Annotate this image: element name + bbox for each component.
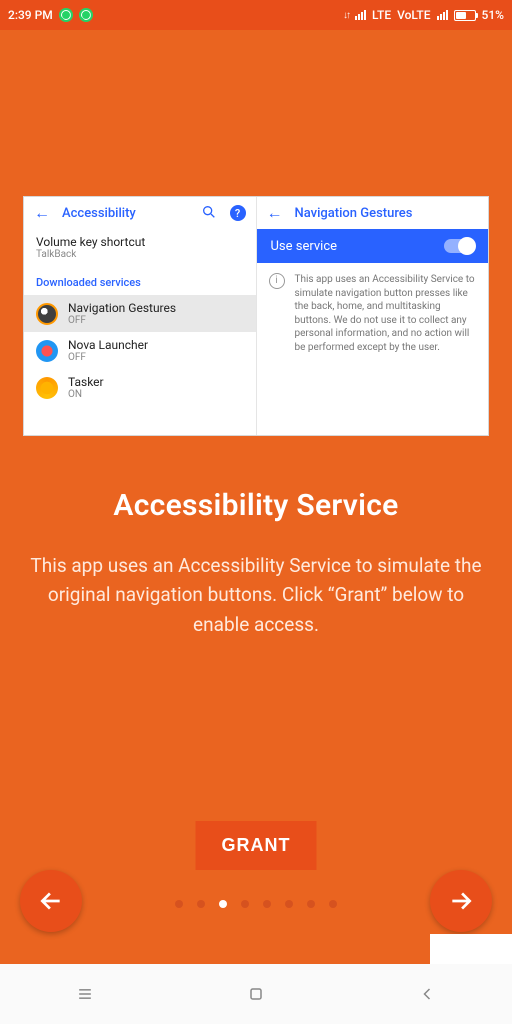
help-icon: ?	[230, 205, 246, 221]
use-service-bar: Use service	[257, 229, 489, 263]
illustration-card: ← Accessibility ? Volume key shortcut Ta…	[23, 196, 489, 436]
back-arrow-icon: ←	[34, 203, 50, 223]
onboarding-page: ← Accessibility ? Volume key shortcut Ta…	[0, 30, 512, 964]
service-state: OFF	[68, 352, 148, 363]
search-icon	[200, 204, 218, 223]
status-bar: 2:39 PM ↓↑ LTE VoLTE 51%	[0, 0, 512, 30]
page-dot[interactable]	[219, 900, 227, 908]
network-label-1: LTE	[372, 8, 391, 22]
service-row-tasker: Tasker ON	[24, 369, 256, 406]
page-dot[interactable]	[197, 900, 205, 908]
next-button[interactable]	[430, 870, 492, 932]
home-button[interactable]	[245, 983, 267, 1005]
status-time: 2:39 PM	[8, 8, 53, 22]
service-info-text: This app uses an Accessibility Service t…	[295, 273, 477, 354]
battery-icon	[454, 10, 476, 21]
whatsapp-icon	[79, 8, 93, 22]
service-name: Nova Launcher	[68, 338, 148, 352]
back-arrow-icon: ←	[267, 203, 283, 223]
arrow-left-icon	[38, 888, 64, 914]
whatsapp-icon	[59, 8, 73, 22]
use-service-label: Use service	[271, 239, 338, 254]
page-indicator	[175, 900, 337, 908]
page-dot[interactable]	[241, 900, 249, 908]
info-icon: i	[269, 273, 285, 289]
page-dot[interactable]	[175, 900, 183, 908]
tasker-icon	[36, 377, 58, 399]
page-dot[interactable]	[307, 900, 315, 908]
card-left-header: ← Accessibility ?	[24, 197, 256, 229]
vks-title: Volume key shortcut	[36, 235, 145, 249]
card-right-pane: ← Navigation Gestures Use service i This…	[256, 197, 489, 435]
service-row-nav-gestures: Navigation Gestures OFF	[24, 295, 256, 332]
system-nav-bar	[0, 964, 512, 1024]
data-activity-icon: ↓↑	[343, 10, 349, 21]
network-label-2: VoLTE	[397, 8, 430, 22]
service-row-nova: Nova Launcher OFF	[24, 332, 256, 369]
service-name: Navigation Gestures	[68, 301, 176, 315]
page-dot[interactable]	[285, 900, 293, 908]
prev-button[interactable]	[20, 870, 82, 932]
downloaded-services-label: Downloaded services	[24, 266, 256, 295]
grant-button[interactable]: GRANT	[196, 821, 317, 870]
page-dot[interactable]	[329, 900, 337, 908]
page-dot[interactable]	[263, 900, 271, 908]
arrow-right-icon	[448, 888, 474, 914]
card-left-pane: ← Accessibility ? Volume key shortcut Ta…	[24, 197, 256, 435]
nova-launcher-icon	[36, 340, 58, 362]
service-state: OFF	[68, 315, 176, 326]
recents-button[interactable]	[74, 983, 96, 1005]
service-name: Tasker	[68, 375, 104, 389]
card-left-title: Accessibility	[62, 206, 136, 221]
page-description: This app uses an Accessibility Service t…	[0, 551, 512, 639]
back-button[interactable]	[416, 983, 438, 1005]
corner-overlay	[430, 934, 512, 964]
vks-subtitle: TalkBack	[36, 249, 145, 260]
volume-key-shortcut-row: Volume key shortcut TalkBack	[24, 229, 256, 266]
battery-percent: 51%	[482, 8, 504, 22]
card-right-header: ← Navigation Gestures	[257, 197, 489, 229]
nav-gestures-icon	[36, 303, 58, 325]
page-title: Accessibility Service	[113, 488, 398, 523]
card-right-title: Navigation Gestures	[295, 206, 413, 221]
toggle-on-icon	[444, 239, 474, 253]
signal-icon-2	[437, 10, 448, 20]
service-info-row: i This app uses an Accessibility Service…	[257, 263, 489, 364]
service-state: ON	[68, 389, 104, 400]
signal-icon	[355, 10, 366, 20]
